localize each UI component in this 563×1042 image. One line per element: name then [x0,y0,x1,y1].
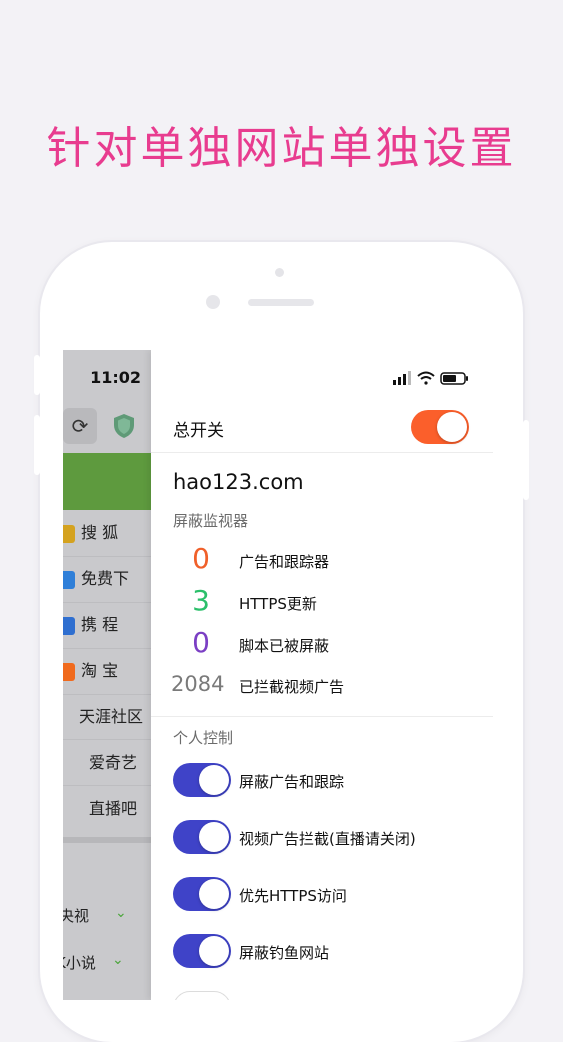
master-switch-toggle[interactable] [411,410,469,444]
video-ad-block-label: 视频广告拦截(直播请关闭) [239,830,416,848]
video-ads-blocked-count: 2084 [171,672,225,696]
video-ads-blocked-label: 已拦截视频广告 [239,678,345,696]
signal-icon [393,371,411,385]
category-item[interactable]: 央视 ⌄ [63,905,147,926]
toggle-knob [199,879,229,909]
chevron-down-icon: ⌄ [112,952,124,968]
phone-side-button [34,355,40,395]
link-label: 爱奇艺 [88,753,137,772]
site-domain: hao123.com [173,470,304,494]
monitor-section-title: 屏蔽监视器 [173,512,249,530]
link-label: 天涯社区 [78,707,143,726]
site-icon [63,662,75,681]
link-item[interactable]: 搜 狐 [63,510,151,557]
block-ads-trackers-toggle[interactable] [173,763,231,797]
link-item[interactable]: 携 程 [63,602,151,649]
divider [63,837,151,843]
ads-trackers-count: 0 [192,542,210,575]
category-label: 央视 [63,907,90,925]
phone-sensor [275,268,284,277]
block-ads-trackers-label: 屏蔽广告和跟踪 [239,773,345,791]
front-camera [206,295,220,309]
toggle-knob [199,765,229,795]
blocker-panel: 总开关 hao123.com 屏蔽监视器 0 广告和跟踪器 3 HTTPS更新 … [151,350,493,1000]
ads-trackers-label: 广告和跟踪器 [239,553,330,571]
link-item[interactable]: 天涯社区 [63,694,151,740]
refresh-icon: ⟳ [71,414,89,438]
link-label: 直播吧 [88,799,137,818]
master-switch-label: 总开关 [173,421,224,441]
shield-icon[interactable] [113,413,135,439]
block-phishing-label: 屏蔽钓鱼网站 [239,944,330,962]
link-label: 免费下 [81,569,130,588]
browser-background: 11:02 ⟳ 搜 狐 免费下 携 程 淘 宝 天涯社区 爱奇艺 直播吧 央视 … [63,350,151,1000]
toggle-knob [437,412,467,442]
toggle-knob [199,936,229,966]
video-ad-block-toggle[interactable] [173,820,231,854]
banner [63,453,151,510]
link-item[interactable]: 直播吧 [63,786,151,832]
phone-speaker [248,299,314,306]
block-phishing-toggle[interactable] [173,934,231,968]
control-section-title: 个人控制 [173,729,234,747]
status-time: 11:02 [90,368,141,387]
refresh-button[interactable]: ⟳ [63,408,97,444]
link-item[interactable]: 爱奇艺 [63,740,151,786]
phone-screen: 11:02 ⟳ 搜 狐 免费下 携 程 淘 宝 天涯社区 爱奇艺 直播吧 央视 … [63,350,493,1000]
master-switch-row: 总开关 [151,402,493,453]
link-item[interactable]: 免费下 [63,556,151,603]
divider [151,716,493,717]
battery-icon [440,372,468,385]
chevron-down-icon: ⌄ [115,905,127,921]
link-item[interactable]: 淘 宝 [63,648,151,695]
https-upgrade-label: HTTPS更新 [239,595,317,613]
link-label: 淘 宝 [81,661,119,680]
prefer-https-toggle[interactable] [173,877,231,911]
prefer-https-label: 优先HTTPS访问 [239,887,347,905]
site-icon [63,570,75,589]
site-icon [63,616,75,635]
scripts-blocked-label: 脚本已被屏蔽 [239,637,330,655]
next-toggle[interactable] [173,991,231,1000]
scripts-blocked-count: 0 [192,626,210,659]
phone-side-button [523,420,529,500]
toggle-knob [199,822,229,852]
headline: 针对单独网站单独设置 [46,123,517,174]
category-label: K小说 [63,954,96,972]
wifi-icon [417,371,435,385]
status-icons [393,371,468,385]
site-icon [63,524,75,543]
phone-side-button [34,415,40,475]
link-label: 搜 狐 [81,523,119,542]
https-upgrade-count: 3 [192,584,210,617]
link-label: 携 程 [81,615,119,634]
category-item[interactable]: K小说 ⌄ [63,952,144,973]
